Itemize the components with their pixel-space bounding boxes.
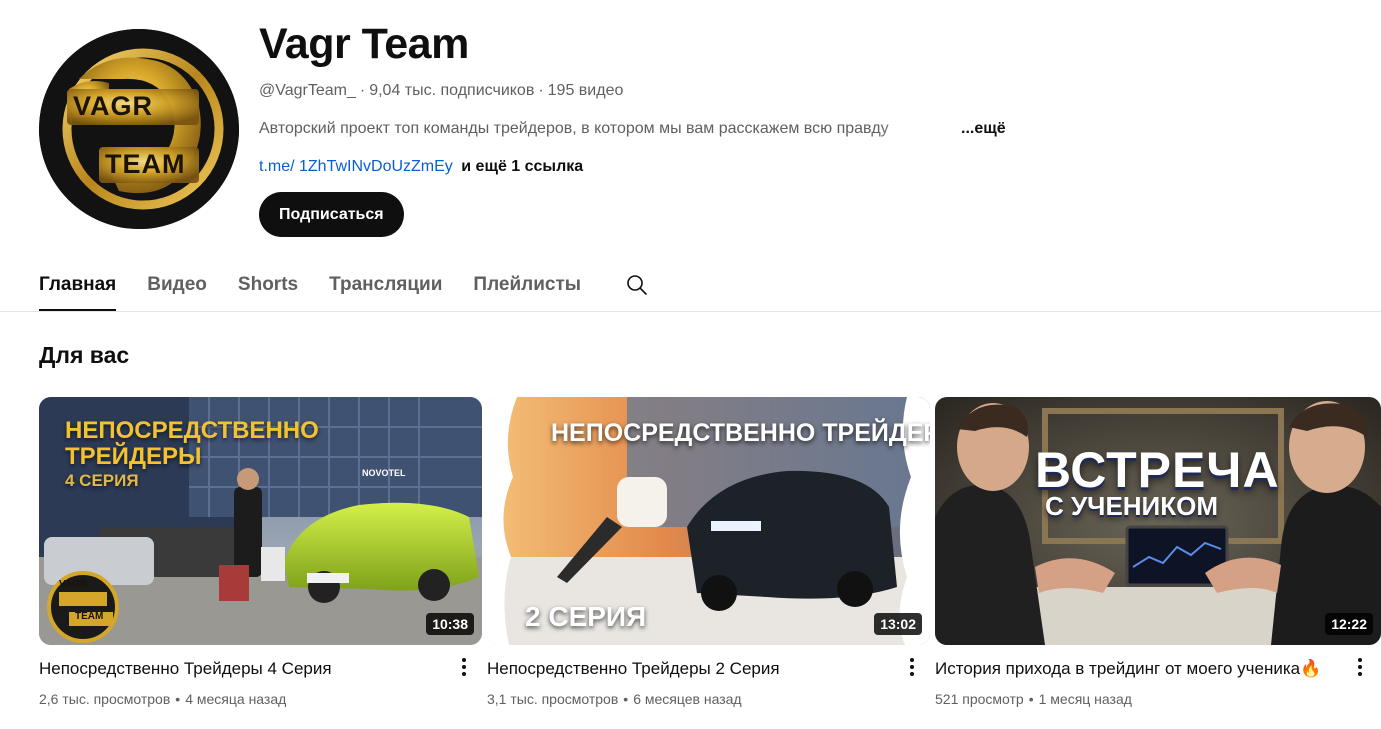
channel-description[interactable]: Авторский проект топ команды трейдеров, … bbox=[259, 118, 1259, 140]
thumbnail-logo-text: TEAM bbox=[75, 611, 104, 622]
meta-separator: · bbox=[538, 82, 544, 99]
video-title[interactable]: История прихода в трейдинг от моего учен… bbox=[935, 657, 1381, 681]
thumbnail-sign: NOVOTEL bbox=[362, 468, 406, 478]
section-title: Для вас bbox=[39, 342, 130, 368]
video-meta: 3,1 тыс. просмотров • 6 месяцев назад bbox=[487, 689, 930, 709]
tab-home[interactable]: Главная bbox=[39, 258, 117, 311]
meta-separator: • bbox=[175, 691, 181, 707]
thumbnail-logo-text: VAGR bbox=[59, 579, 88, 590]
tab-live[interactable]: Трансляции bbox=[329, 258, 442, 311]
more-vert-icon bbox=[910, 658, 914, 676]
meta-separator: • bbox=[1028, 691, 1034, 707]
thumbnail-caption: ТРЕЙДЕРЫ bbox=[65, 443, 202, 470]
video-card[interactable]: ВСТРЕЧА С УЧЕНИКОМ 12:22 История прихода… bbox=[935, 397, 1381, 709]
more-vert-icon bbox=[1358, 658, 1362, 676]
tab-playlists[interactable]: Плейлисты bbox=[473, 258, 581, 311]
video-meta: 521 просмотр • 1 месяц назад bbox=[935, 689, 1378, 709]
video-thumbnail[interactable]: НЕПОСРЕДСТВЕННО ТРЕЙДЕРЫ 4 СЕРИЯ NOVOTEL… bbox=[39, 397, 482, 645]
description-text: Авторский проект топ команды трейдеров, … bbox=[259, 120, 889, 137]
thumbnail-caption: 4 СЕРИЯ bbox=[65, 471, 139, 490]
video-duration: 12:22 bbox=[1325, 613, 1373, 635]
video-menu-button[interactable] bbox=[454, 655, 474, 679]
video-thumbnail[interactable]: НЕПОСРЕДСТВЕННО ТРЕЙДЕРЫ 2 СЕРИЯ 13:02 bbox=[487, 397, 930, 645]
channel-handle: @VagrTeam_ bbox=[259, 82, 356, 99]
video-age: 1 месяц назад bbox=[1038, 691, 1132, 707]
tab-videos[interactable]: Видео bbox=[147, 258, 207, 311]
description-more-button[interactable]: ...ещё bbox=[961, 118, 1006, 140]
video-menu-button[interactable] bbox=[902, 655, 922, 679]
video-age: 6 месяцев назад bbox=[633, 691, 742, 707]
thumbnail-caption: НЕПОСРЕДСТВЕННО ТРЕЙДЕРЫ bbox=[551, 419, 930, 447]
video-duration: 10:38 bbox=[426, 613, 474, 635]
more-links-button[interactable]: и ещё 1 ссылка bbox=[461, 158, 583, 175]
subscriber-count: 9,04 тыс. подписчиков bbox=[369, 82, 535, 99]
channel-meta: @VagrTeam_ · 9,04 тыс. подписчиков · 195 вид… bbox=[259, 80, 1259, 102]
vagr-team-logo-icon bbox=[39, 29, 239, 229]
channel-search-button[interactable] bbox=[625, 258, 649, 311]
search-icon bbox=[627, 274, 647, 295]
channel-links: t.me/ 1ZhTwINvDoUzZmEy и ещё 1 ссылка bbox=[259, 156, 1259, 178]
video-meta: 2,6 тыс. просмотров • 4 месяца назад bbox=[39, 689, 482, 709]
channel-avatar[interactable]: VAGR TEAM bbox=[39, 29, 239, 229]
thumbnail-caption: 2 СЕРИЯ bbox=[525, 601, 647, 632]
video-views: 521 просмотр bbox=[935, 691, 1024, 707]
video-duration: 13:02 bbox=[874, 613, 922, 635]
video-card[interactable]: НЕПОСРЕДСТВЕННО ТРЕЙДЕРЫ 4 СЕРИЯ NOVOTEL… bbox=[39, 397, 482, 709]
meta-separator: · bbox=[359, 82, 366, 99]
telegram-link[interactable]: t.me/ 1ZhTwINvDoUzZmEy bbox=[259, 158, 453, 175]
tabs-divider bbox=[0, 311, 1381, 312]
video-thumbnail[interactable]: ВСТРЕЧА С УЧЕНИКОМ 12:22 bbox=[935, 397, 1381, 645]
thumbnail-caption: НЕПОСРЕДСТВЕННО bbox=[65, 417, 319, 444]
video-shelf: НЕПОСРЕДСТВЕННО ТРЕЙДЕРЫ 4 СЕРИЯ NOVOTEL… bbox=[39, 397, 1381, 717]
avatar-logo-line2: TEAM bbox=[105, 149, 186, 179]
video-count: 195 видео bbox=[547, 82, 624, 99]
video-views: 2,6 тыс. просмотров bbox=[39, 691, 171, 707]
tab-shorts[interactable]: Shorts bbox=[238, 258, 298, 311]
channel-tabs: Главная Видео Shorts Трансляции Плейлист… bbox=[39, 258, 649, 311]
video-views: 3,1 тыс. просмотров bbox=[487, 691, 619, 707]
subscribe-button[interactable]: Подписаться bbox=[259, 192, 404, 237]
channel-info: Vagr Team @VagrTeam_ · 9,04 тыс. подписчик… bbox=[259, 18, 1259, 178]
more-vert-icon bbox=[462, 658, 466, 676]
video-card[interactable]: НЕПОСРЕДСТВЕННО ТРЕЙДЕРЫ 2 СЕРИЯ 13:02 Н… bbox=[487, 397, 930, 709]
thumbnail-caption: С УЧЕНИКОМ bbox=[1045, 491, 1218, 521]
video-title[interactable]: Непосредственно Трейдеры 2 Серия bbox=[487, 657, 930, 681]
channel-title: Vagr Team bbox=[259, 20, 469, 68]
avatar-logo-line1: VAGR bbox=[73, 91, 154, 121]
video-menu-button[interactable] bbox=[1350, 655, 1370, 679]
video-age: 4 месяца назад bbox=[185, 691, 287, 707]
video-title[interactable]: Непосредственно Трейдеры 4 Серия bbox=[39, 657, 482, 681]
meta-separator: • bbox=[623, 691, 629, 707]
